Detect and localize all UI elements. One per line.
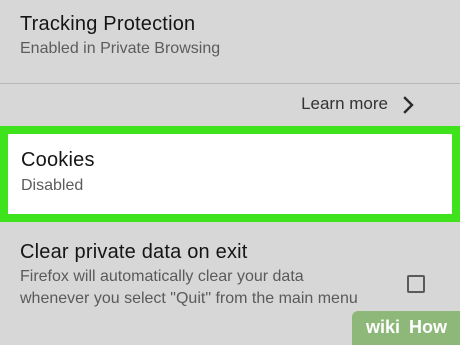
cookies-setting[interactable]: Cookies Disabled [0, 126, 460, 222]
tracking-protection-subtitle: Enabled in Private Browsing [20, 40, 221, 57]
tracking-protection-title: Tracking Protection [20, 13, 196, 35]
learn-more-label: Learn more [301, 94, 388, 113]
clear-private-data-description: Firefox will automatically clear your da… [20, 268, 358, 307]
settings-screen: Tracking Protection Enabled in Private B… [0, 0, 460, 345]
cookies-title: Cookies [21, 149, 95, 171]
divider [0, 83, 460, 84]
cookies-subtitle: Disabled [21, 177, 84, 194]
clear-private-data-title: Clear private data on exit [20, 241, 248, 263]
clear-private-data-checkbox[interactable] [407, 275, 425, 293]
learn-more-link[interactable]: Learn more [0, 85, 460, 125]
watermark-wiki-text: wiki [366, 317, 401, 337]
wikihow-watermark: wiki How [352, 311, 460, 345]
watermark-how-text: How [409, 317, 447, 337]
chevron-right-icon [403, 96, 414, 114]
